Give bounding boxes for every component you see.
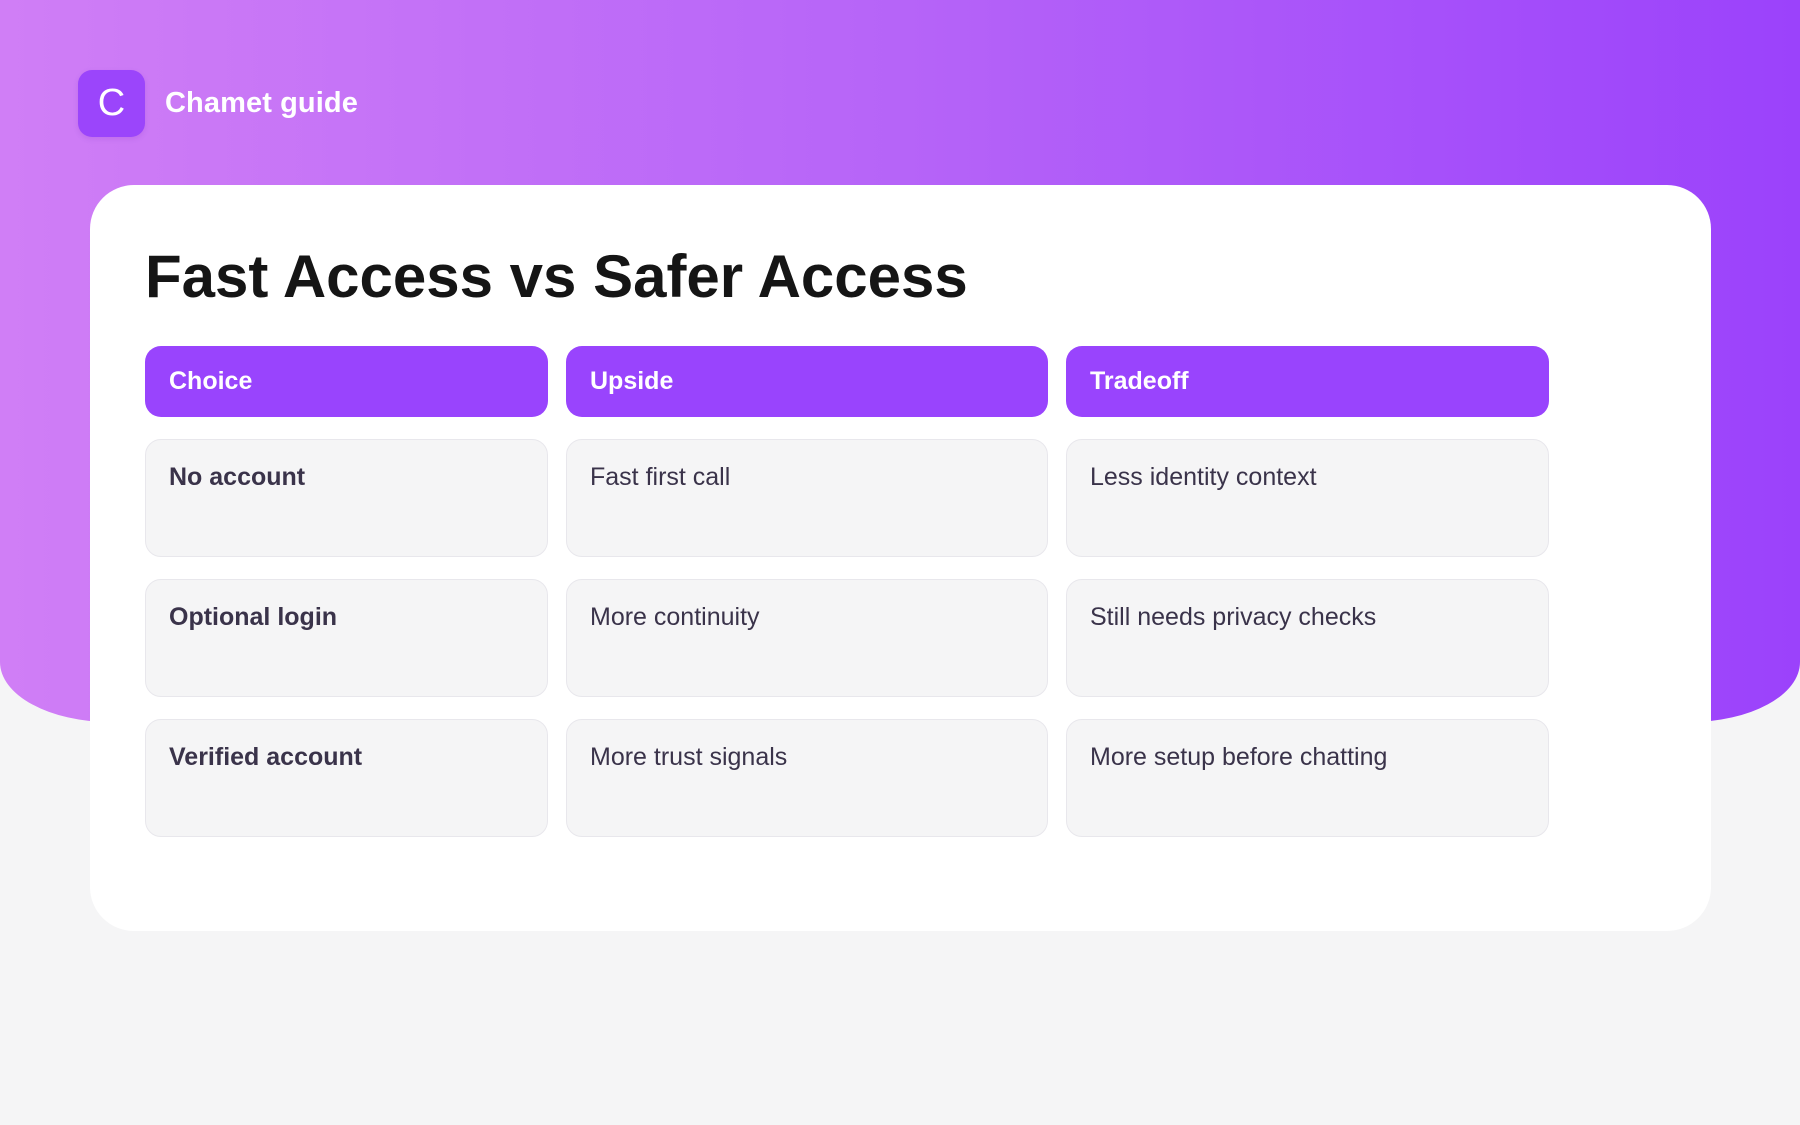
- brand-logo-icon: C: [78, 70, 145, 137]
- column-header-upside: Upside: [566, 346, 1048, 417]
- brand-header: C Chamet guide: [78, 70, 358, 137]
- column-header-tradeoff: Tradeoff: [1066, 346, 1549, 417]
- page-title: Fast Access vs Safer Access: [145, 243, 968, 310]
- table-cell-upside: More continuity: [566, 579, 1048, 697]
- table-cell-upside: Fast first call: [566, 439, 1048, 557]
- column-header-choice: Choice: [145, 346, 548, 417]
- brand-name: Chamet guide: [165, 87, 358, 119]
- comparison-card: Fast Access vs Safer Access Choice Upsid…: [90, 185, 1711, 931]
- table-cell-tradeoff: More setup before chatting: [1066, 719, 1549, 837]
- table-cell-choice: No account: [145, 439, 548, 557]
- comparison-table: Choice Upside Tradeoff No account Fast f…: [145, 346, 1711, 837]
- table-cell-upside: More trust signals: [566, 719, 1048, 837]
- table-cell-choice: Verified account: [145, 719, 548, 837]
- table-cell-choice: Optional login: [145, 579, 548, 697]
- table-cell-tradeoff: Less identity context: [1066, 439, 1549, 557]
- table-cell-tradeoff: Still needs privacy checks: [1066, 579, 1549, 697]
